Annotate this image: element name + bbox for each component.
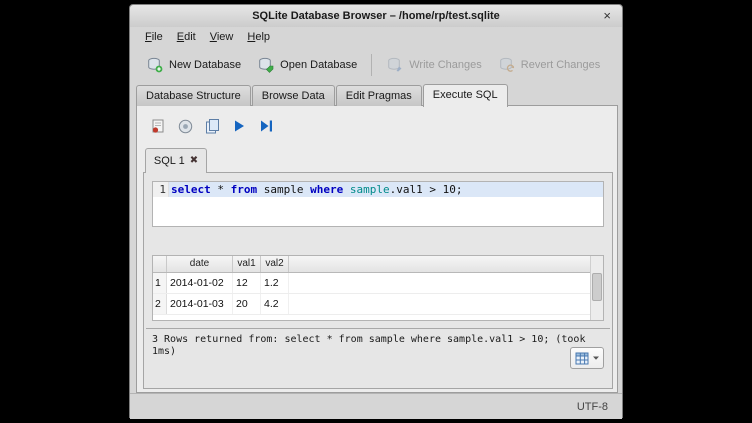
encoding-indicator[interactable]: UTF-8 — [577, 401, 608, 413]
header-filler — [289, 256, 603, 272]
tab-database-structure[interactable]: Database Structure — [136, 85, 251, 106]
cell-val1[interactable]: 20 — [233, 294, 261, 314]
execute-sql-panel: SQL 1 ✖ 1 select * from sample where sam… — [136, 105, 618, 393]
new-database-button[interactable]: New Database — [138, 52, 249, 78]
sql-page: 1 select * from sample where sample.val1… — [143, 172, 613, 389]
splitter[interactable] — [146, 328, 610, 329]
new-database-label: New Database — [169, 59, 241, 71]
sql-table-name: sample — [350, 183, 390, 196]
sql-1-tab[interactable]: SQL 1 ✖ — [145, 148, 207, 173]
cell-val2[interactable]: 1.2 — [261, 273, 289, 293]
sql-keyword: from — [231, 183, 258, 196]
titlebar[interactable]: SQLite Database Browser – /home/rp/test.… — [130, 5, 622, 28]
revert-changes-label: Revert Changes — [521, 59, 601, 71]
open-database-button[interactable]: Open Database — [249, 52, 365, 78]
sql-1-tab-label: SQL 1 — [154, 155, 185, 167]
cell-val2[interactable]: 4.2 — [261, 294, 289, 314]
sql-toolbar — [149, 116, 275, 136]
menu-view[interactable]: View — [203, 27, 241, 47]
write-changes-label: Write Changes — [409, 59, 482, 71]
table-row[interactable]: 2 2014-01-03 20 4.2 — [153, 294, 603, 315]
window-title: SQLite Database Browser – /home/rp/test.… — [252, 10, 500, 22]
open-sql-file-icon[interactable] — [176, 117, 194, 135]
menu-file[interactable]: File — [138, 27, 170, 47]
scrollbar-thumb[interactable] — [592, 273, 602, 301]
close-sql-tab-icon[interactable]: ✖ — [190, 156, 198, 166]
desktop-background: { "window": { "title": "SQLite Database … — [0, 0, 752, 423]
line-number: 1 — [153, 182, 169, 197]
cell-date[interactable]: 2014-01-03 — [167, 294, 233, 314]
menu-help[interactable]: Help — [240, 27, 277, 47]
column-header-val2[interactable]: val2 — [261, 256, 289, 272]
open-database-icon — [257, 56, 275, 74]
column-header-date[interactable]: date — [167, 256, 233, 272]
tab-edit-pragmas[interactable]: Edit Pragmas — [336, 85, 422, 106]
row-number-cell: 1 — [153, 273, 167, 293]
main-toolbar: New Database Open Database Write — [130, 47, 622, 83]
execute-current-line-icon[interactable] — [257, 117, 275, 135]
new-database-icon — [146, 56, 164, 74]
menubar: File Edit View Help — [130, 27, 622, 47]
toolbar-separator — [371, 54, 372, 76]
sql-keyword: where — [310, 183, 343, 196]
sql-code-line: select * from sample where sample.val1 >… — [169, 182, 603, 197]
result-view-dropdown[interactable] — [570, 347, 604, 369]
sql-keyword: select — [171, 183, 211, 196]
revert-changes-button[interactable]: Revert Changes — [490, 52, 609, 78]
close-window-button[interactable]: × — [600, 5, 614, 27]
chevron-down-icon — [592, 354, 600, 362]
write-changes-icon — [386, 56, 404, 74]
results-table: date val1 val2 1 2014-01-02 12 1.2 2 201… — [152, 255, 604, 321]
main-tabbar: Database Structure Browse Data Edit Prag… — [136, 84, 509, 106]
save-sql-file-icon[interactable] — [203, 117, 221, 135]
menu-edit[interactable]: Edit — [170, 27, 203, 47]
row-number-header[interactable] — [153, 256, 167, 272]
revert-changes-icon — [498, 56, 516, 74]
editor-line-1: 1 select * from sample where sample.val1… — [153, 182, 603, 197]
sql-editor[interactable]: 1 select * from sample where sample.val1… — [152, 181, 604, 227]
write-changes-button[interactable]: Write Changes — [378, 52, 490, 78]
results-header-row: date val1 val2 — [153, 256, 603, 273]
table-row[interactable]: 1 2014-01-02 12 1.2 — [153, 273, 603, 294]
results-vertical-scrollbar[interactable] — [590, 256, 603, 320]
tab-browse-data[interactable]: Browse Data — [252, 85, 335, 106]
column-header-val1[interactable]: val1 — [233, 256, 261, 272]
tab-execute-sql[interactable]: Execute SQL — [423, 84, 508, 107]
row-number-cell: 2 — [153, 294, 167, 314]
open-database-label: Open Database — [280, 59, 357, 71]
execution-message: 3 Rows returned from: select * from samp… — [152, 334, 597, 358]
cell-val1[interactable]: 12 — [233, 273, 261, 293]
cell-date[interactable]: 2014-01-02 — [167, 273, 233, 293]
table-view-icon — [575, 351, 589, 365]
execute-sql-icon[interactable] — [230, 117, 248, 135]
app-window: SQLite Database Browser – /home/rp/test.… — [129, 4, 623, 418]
close-icon: × — [603, 8, 611, 23]
new-sql-tab-icon[interactable] — [149, 117, 167, 135]
statusbar: UTF-8 — [130, 393, 622, 419]
